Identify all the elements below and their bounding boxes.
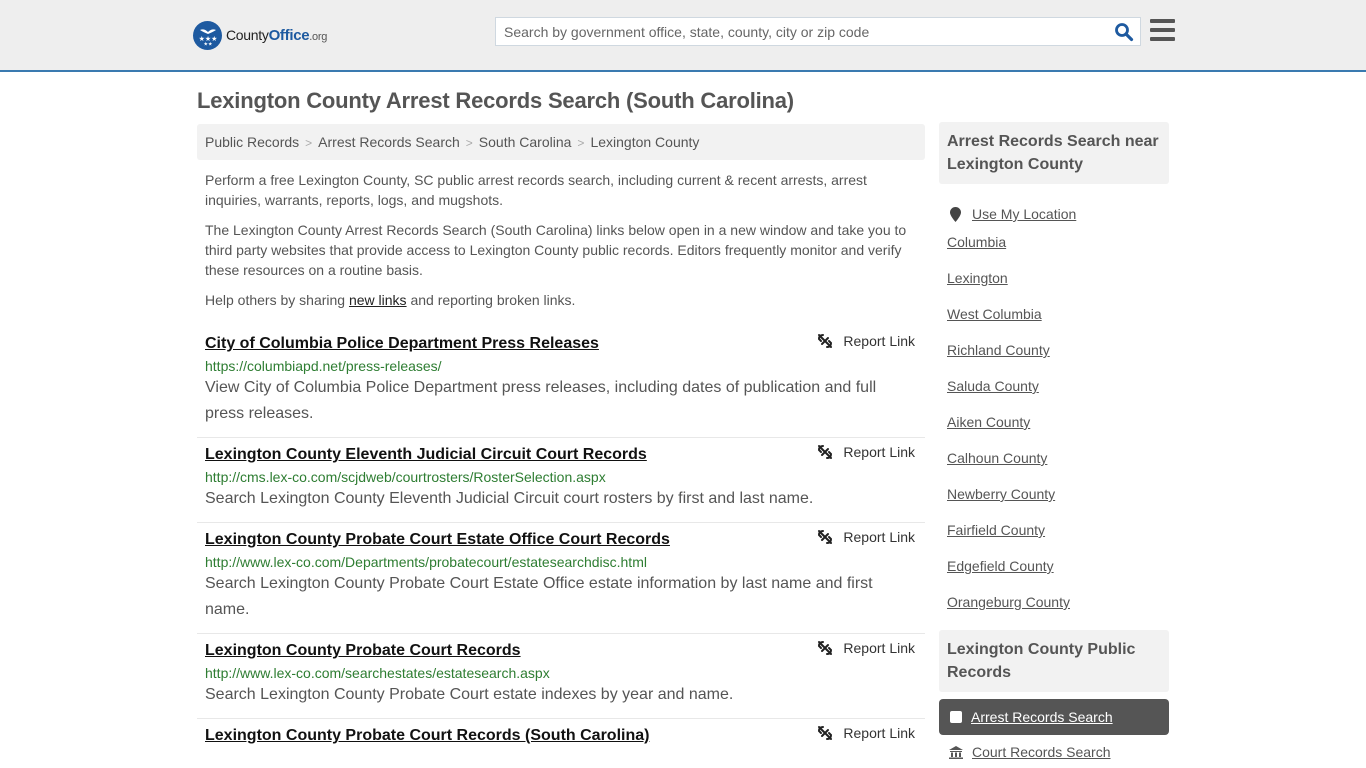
result-url[interactable]: https://columbiapd.net/press-releases/	[205, 357, 917, 375]
result-item: Lexington County Probate Court Records (…	[197, 719, 925, 756]
logo-emblem-icon: ★★★ ★★	[193, 20, 222, 50]
sidebar: Arrest Records Search near Lexington Cou…	[939, 122, 1169, 760]
site-logo[interactable]: ★★★ ★★ CountyOffice.org	[193, 20, 327, 50]
nearby-link[interactable]: Aiken County	[947, 412, 1161, 448]
nearby-link[interactable]: Orangeburg County	[947, 592, 1161, 620]
breadcrumb-separator: >	[465, 136, 473, 150]
intro-paragraph: Perform a free Lexington County, SC publ…	[205, 172, 867, 208]
broken-link-icon	[818, 641, 833, 655]
report-link-button[interactable]: Report Link	[817, 444, 915, 460]
nearby-link[interactable]: Calhoun County	[947, 448, 1161, 484]
result-title-link[interactable]: Lexington County Eleventh Judicial Circu…	[205, 445, 647, 465]
site-header: ★★★ ★★ CountyOffice.org	[0, 0, 1366, 72]
report-link-button[interactable]: Report Link	[817, 333, 915, 349]
svg-text:★★: ★★	[203, 42, 212, 47]
report-link-button[interactable]: Report Link	[817, 640, 915, 656]
nearby-link[interactable]: Edgefield County	[947, 556, 1161, 592]
nearby-link[interactable]: Columbia	[947, 232, 1161, 268]
intro-paragraph: Help others by sharing new links and rep…	[205, 292, 576, 308]
sidebar-item-label[interactable]: Court Records Search	[972, 744, 1111, 760]
page-title: Lexington County Arrest Records Search (…	[197, 88, 794, 113]
sidebar-item-label[interactable]: Arrest Records Search	[971, 709, 1113, 725]
intro-paragraph: The Lexington County Arrest Records Sear…	[205, 222, 907, 278]
result-title-link[interactable]: City of Columbia Police Department Press…	[205, 334, 599, 354]
public-records-heading: Lexington County Public Records	[939, 630, 1169, 692]
search-bar	[495, 17, 1141, 46]
broken-link-icon	[818, 445, 833, 459]
broken-link-icon	[818, 726, 833, 740]
map-pin-icon	[950, 206, 961, 222]
report-link-button[interactable]: Report Link	[817, 529, 915, 545]
result-description: Search Lexington County Probate Court es…	[205, 686, 734, 703]
broken-link-icon	[818, 530, 833, 544]
search-input[interactable]	[496, 18, 1096, 45]
nearby-link[interactable]: West Columbia	[947, 304, 1161, 340]
nearby-heading: Arrest Records Search near Lexington Cou…	[939, 122, 1169, 184]
results-list: City of Columbia Police Department Press…	[197, 327, 925, 756]
report-link-button[interactable]: Report Link	[817, 725, 915, 741]
intro-text: Perform a free Lexington County, SC publ…	[205, 170, 920, 320]
new-links-link[interactable]: new links	[349, 292, 407, 308]
hamburger-menu-icon[interactable]	[1150, 19, 1175, 41]
result-title-link[interactable]: Lexington County Probate Court Records (…	[205, 726, 649, 746]
result-title-link[interactable]: Lexington County Probate Court Estate Of…	[205, 530, 670, 550]
nearby-list: Use My Location Columbia Lexington West …	[939, 184, 1169, 630]
courthouse-icon	[949, 745, 963, 759]
nearby-link[interactable]: Lexington	[947, 268, 1161, 304]
logo-text: CountyOffice.org	[226, 26, 328, 44]
result-url[interactable]: http://www.lex-co.com/searchestates/esta…	[205, 664, 917, 682]
result-item: Lexington County Eleventh Judicial Circu…	[197, 438, 925, 523]
nearby-link[interactable]: Richland County	[947, 340, 1161, 376]
result-item: Lexington County Probate Court Estate Of…	[197, 523, 925, 634]
result-url[interactable]: http://www.lex-co.com/Departments/probat…	[205, 553, 917, 571]
use-my-location-link[interactable]: Use My Location	[947, 196, 1161, 232]
breadcrumb: Public Records > Arrest Records Search > Sou…	[197, 124, 925, 160]
result-description: View City of Columbia Police Department …	[205, 379, 877, 422]
square-icon	[950, 711, 962, 723]
nearby-link[interactable]: Fairfield County	[947, 520, 1161, 556]
breadcrumb-lexington-county[interactable]: Lexington County	[590, 134, 699, 150]
nearby-link[interactable]: Newberry County	[947, 484, 1161, 520]
nearby-link[interactable]: Saluda County	[947, 376, 1161, 412]
sidebar-item-arrest-records-search[interactable]: Arrest Records Search	[939, 699, 1169, 735]
breadcrumb-separator: >	[305, 136, 313, 150]
result-item: City of Columbia Police Department Press…	[197, 327, 925, 438]
breadcrumb-separator: >	[577, 136, 585, 150]
search-icon[interactable]	[1114, 22, 1134, 42]
result-item: Lexington County Probate Court Records h…	[197, 634, 925, 719]
result-url[interactable]: http://cms.lex-co.com/scjdweb/courtroste…	[205, 468, 917, 486]
breadcrumb-arrest-records-search[interactable]: Arrest Records Search	[318, 134, 460, 150]
result-description: Search Lexington County Probate Court Es…	[205, 575, 873, 618]
breadcrumb-south-carolina[interactable]: South Carolina	[479, 134, 572, 150]
sidebar-item-court-records-search[interactable]: Court Records Search	[939, 744, 1169, 760]
breadcrumb-public-records[interactable]: Public Records	[205, 134, 299, 150]
result-description: Search Lexington County Eleventh Judicia…	[205, 490, 814, 507]
broken-link-icon	[818, 334, 833, 348]
result-title-link[interactable]: Lexington County Probate Court Records	[205, 641, 521, 661]
